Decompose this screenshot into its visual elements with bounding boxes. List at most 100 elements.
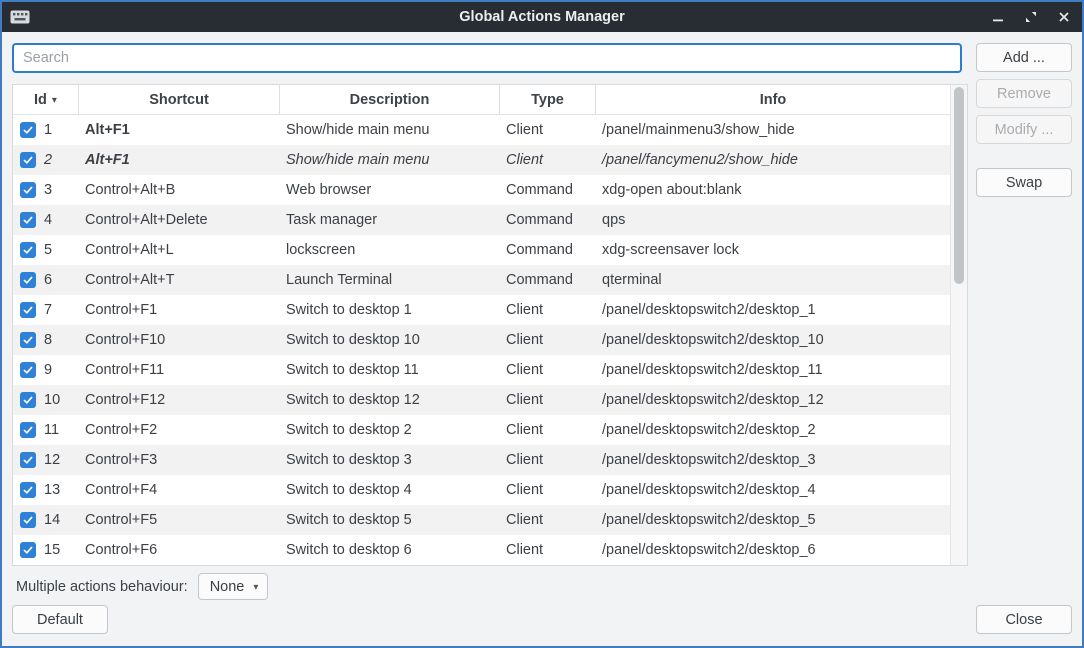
- column-header-type[interactable]: Type: [500, 85, 596, 114]
- row-info: /panel/desktopswitch2/desktop_4: [596, 475, 950, 505]
- scrollbar-thumb[interactable]: [954, 87, 964, 284]
- row-checkbox[interactable]: [20, 242, 36, 258]
- swap-button[interactable]: Swap: [976, 168, 1072, 197]
- table-header: Id ▾ Shortcut Description Type Info: [13, 85, 950, 115]
- row-description: Switch to desktop 1: [280, 295, 500, 325]
- row-type: Client: [500, 295, 596, 325]
- table-row[interactable]: 7 Control+F1 Switch to desktop 1 Client …: [13, 295, 950, 325]
- add-button[interactable]: Add ...: [976, 43, 1072, 72]
- remove-button[interactable]: Remove: [976, 79, 1072, 108]
- column-header-info[interactable]: Info: [596, 85, 950, 114]
- row-info: /panel/fancymenu2/show_hide: [596, 145, 950, 175]
- id-cell: 7: [13, 295, 79, 325]
- row-checkbox[interactable]: [20, 452, 36, 468]
- row-shortcut: Control+F11: [79, 355, 280, 385]
- row-id: 9: [44, 362, 52, 378]
- row-type: Command: [500, 265, 596, 295]
- table-row[interactable]: 2 Alt+F1 Show/hide main menu Client /pan…: [13, 145, 950, 175]
- row-description: Task manager: [280, 205, 500, 235]
- id-cell: 12: [13, 445, 79, 475]
- row-checkbox[interactable]: [20, 332, 36, 348]
- window-title: Global Actions Manager: [2, 2, 1082, 32]
- close-button[interactable]: Close: [976, 605, 1072, 634]
- row-checkbox[interactable]: [20, 122, 36, 138]
- row-checkbox[interactable]: [20, 362, 36, 378]
- row-shortcut: Control+F2: [79, 415, 280, 445]
- column-label-info: Info: [760, 92, 787, 108]
- row-shortcut: Control+Alt+B: [79, 175, 280, 205]
- column-label-id: Id: [34, 92, 47, 108]
- row-info: /panel/desktopswitch2/desktop_5: [596, 505, 950, 535]
- default-button[interactable]: Default: [12, 605, 108, 634]
- table-row[interactable]: 12 Control+F3 Switch to desktop 3 Client…: [13, 445, 950, 475]
- id-cell: 13: [13, 475, 79, 505]
- row-description: Launch Terminal: [280, 265, 500, 295]
- row-id: 12: [44, 452, 60, 468]
- row-shortcut: Control+F10: [79, 325, 280, 355]
- row-type: Client: [500, 445, 596, 475]
- multiple-actions-dropdown[interactable]: None ▾: [198, 573, 269, 600]
- table-row[interactable]: 4 Control+Alt+Delete Task manager Comman…: [13, 205, 950, 235]
- row-checkbox[interactable]: [20, 422, 36, 438]
- row-checkbox[interactable]: [20, 182, 36, 198]
- row-shortcut: Control+F6: [79, 535, 280, 565]
- column-header-shortcut[interactable]: Shortcut: [79, 85, 280, 114]
- modify-button[interactable]: Modify ...: [976, 115, 1072, 144]
- minimize-icon[interactable]: [990, 9, 1006, 25]
- row-id: 10: [44, 392, 60, 408]
- row-checkbox[interactable]: [20, 392, 36, 408]
- row-checkbox[interactable]: [20, 152, 36, 168]
- restore-icon[interactable]: [1023, 9, 1039, 25]
- row-type: Client: [500, 505, 596, 535]
- row-id: 3: [44, 182, 52, 198]
- row-checkbox[interactable]: [20, 272, 36, 288]
- id-cell: 2: [13, 145, 79, 175]
- row-description: Web browser: [280, 175, 500, 205]
- row-description: Switch to desktop 3: [280, 445, 500, 475]
- table-row[interactable]: 10 Control+F12 Switch to desktop 12 Clie…: [13, 385, 950, 415]
- column-label-shortcut: Shortcut: [149, 92, 209, 108]
- table-row[interactable]: 1 Alt+F1 Show/hide main menu Client /pan…: [13, 115, 950, 145]
- column-header-id[interactable]: Id ▾: [13, 85, 79, 114]
- row-type: Client: [500, 475, 596, 505]
- row-shortcut: Control+F1: [79, 295, 280, 325]
- row-type: Command: [500, 235, 596, 265]
- column-header-description[interactable]: Description: [280, 85, 500, 114]
- table-row[interactable]: 5 Control+Alt+L lockscreen Command xdg-s…: [13, 235, 950, 265]
- row-description: Switch to desktop 11: [280, 355, 500, 385]
- table-row[interactable]: 11 Control+F2 Switch to desktop 2 Client…: [13, 415, 950, 445]
- close-icon[interactable]: [1056, 9, 1072, 25]
- row-id: 11: [44, 422, 59, 438]
- row-info: /panel/desktopswitch2/desktop_2: [596, 415, 950, 445]
- row-id: 2: [44, 152, 52, 168]
- table-row[interactable]: 9 Control+F11 Switch to desktop 11 Clien…: [13, 355, 950, 385]
- row-id: 13: [44, 482, 60, 498]
- row-description: lockscreen: [280, 235, 500, 265]
- row-checkbox[interactable]: [20, 302, 36, 318]
- row-type: Client: [500, 145, 596, 175]
- search-input[interactable]: [12, 43, 962, 73]
- table-row[interactable]: 3 Control+Alt+B Web browser Command xdg-…: [13, 175, 950, 205]
- row-checkbox[interactable]: [20, 482, 36, 498]
- table-row[interactable]: 13 Control+F4 Switch to desktop 4 Client…: [13, 475, 950, 505]
- shortcuts-table: Id ▾ Shortcut Description Type Info: [12, 84, 968, 566]
- row-id: 8: [44, 332, 52, 348]
- row-id: 7: [44, 302, 52, 318]
- id-cell: 5: [13, 235, 79, 265]
- row-id: 15: [44, 542, 60, 558]
- vertical-scrollbar[interactable]: [950, 85, 967, 565]
- row-info: /panel/desktopswitch2/desktop_6: [596, 535, 950, 565]
- row-type: Client: [500, 415, 596, 445]
- table-row[interactable]: 15 Control+F6 Switch to desktop 6 Client…: [13, 535, 950, 565]
- row-checkbox[interactable]: [20, 542, 36, 558]
- row-shortcut: Control+F5: [79, 505, 280, 535]
- table-row[interactable]: 14 Control+F5 Switch to desktop 5 Client…: [13, 505, 950, 535]
- row-shortcut: Alt+F1: [79, 145, 280, 175]
- row-checkbox[interactable]: [20, 212, 36, 228]
- row-type: Command: [500, 175, 596, 205]
- row-checkbox[interactable]: [20, 512, 36, 528]
- table-row[interactable]: 6 Control+Alt+T Launch Terminal Command …: [13, 265, 950, 295]
- table-row[interactable]: 8 Control+F10 Switch to desktop 10 Clien…: [13, 325, 950, 355]
- id-cell: 10: [13, 385, 79, 415]
- row-id: 4: [44, 212, 52, 228]
